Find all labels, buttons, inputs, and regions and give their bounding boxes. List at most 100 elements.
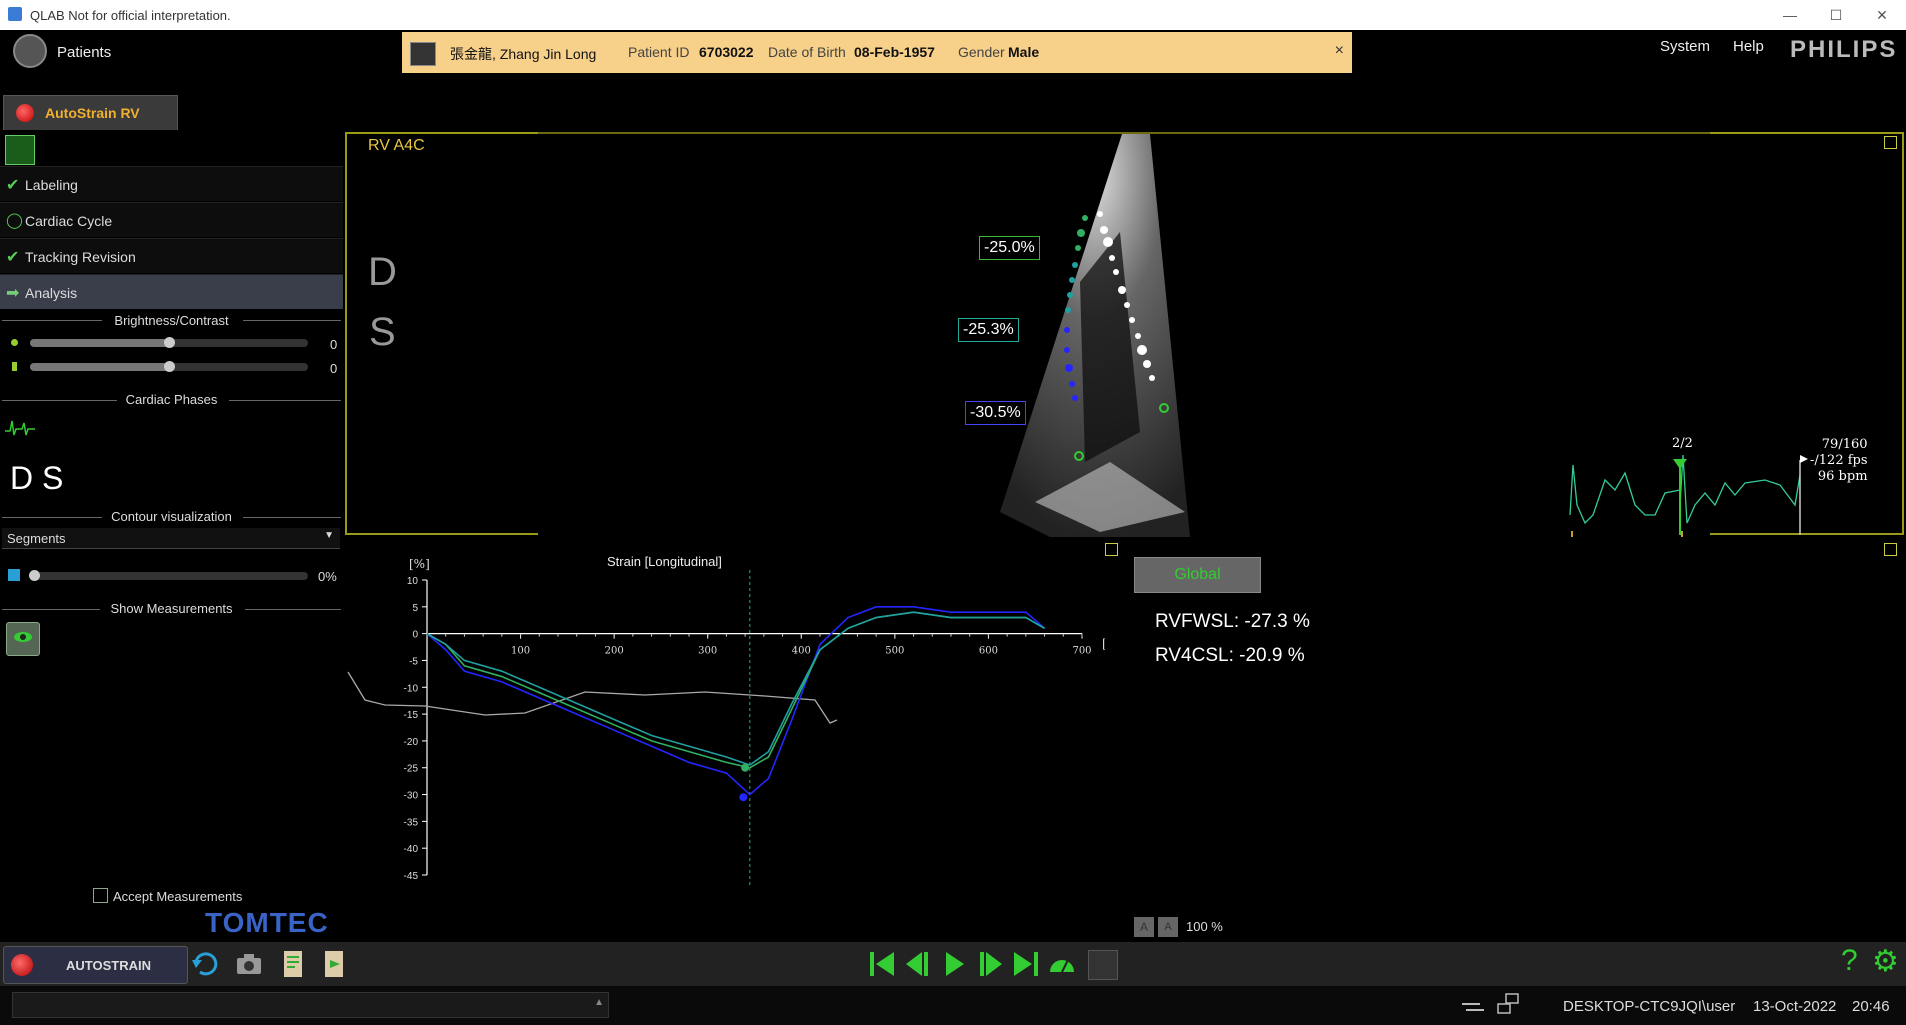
undo-icon[interactable] bbox=[190, 948, 222, 980]
contour-visualization-title: Contour visualization bbox=[111, 509, 232, 524]
workflow-list-icon[interactable] bbox=[5, 135, 35, 165]
patient-name: 張金龍, Zhang Jin Long bbox=[450, 46, 597, 62]
check-icon: ✔ bbox=[6, 177, 20, 194]
rvfwsl-measurement: RVFWSL: -27.3 % bbox=[1155, 611, 1310, 632]
contrast-slider-knob[interactable] bbox=[164, 361, 175, 372]
window-title-bar: QLAB Not for official interpretation. — … bbox=[0, 0, 1906, 30]
chevron-down-icon: ▼ bbox=[324, 530, 334, 541]
tab-autostrain-rv[interactable]: AutoStrain RV bbox=[3, 95, 178, 130]
x-tick-label: 700 bbox=[1072, 646, 1091, 657]
step-label: Cardiac Cycle bbox=[25, 213, 113, 229]
tomtec-logo: TOMTEC bbox=[205, 907, 329, 938]
menu-system[interactable]: System bbox=[1660, 38, 1710, 55]
strain-label-basal: -30.5% bbox=[965, 401, 1026, 425]
last-frame-icon[interactable] bbox=[1010, 948, 1042, 980]
frame-info: 79/160 bbox=[1821, 437, 1868, 452]
report-icon[interactable] bbox=[277, 948, 309, 980]
ecg-trace[interactable] bbox=[1565, 445, 1815, 537]
step-labeling[interactable]: ✔ Labeling bbox=[0, 166, 343, 201]
strain-label-mid: -25.3% bbox=[958, 318, 1019, 342]
accept-measurements-label: Accept Measurements bbox=[113, 889, 243, 904]
contour-select-value: Segments bbox=[7, 531, 66, 546]
systole-letter: S bbox=[369, 310, 396, 354]
step-label: Analysis bbox=[25, 285, 78, 301]
patients-button[interactable]: Patients bbox=[57, 44, 111, 61]
global-button[interactable]: Global bbox=[1134, 557, 1261, 593]
dob-value: 08-Feb-1957 bbox=[854, 44, 935, 60]
series-line-0 bbox=[426, 606, 1046, 796]
zoom-value: 100 % bbox=[1186, 919, 1223, 934]
brightness-slider-knob[interactable] bbox=[164, 337, 175, 348]
status-message-field[interactable]: ▲ bbox=[12, 992, 609, 1018]
gender-label: Gender bbox=[958, 44, 1005, 60]
contour-opacity-value: 0% bbox=[318, 569, 337, 584]
display-icon bbox=[1497, 993, 1519, 1014]
ecg-phase-icon[interactable] bbox=[5, 415, 39, 441]
frame-counter: 2/2 bbox=[1672, 436, 1693, 451]
tracking-points[interactable] bbox=[1040, 200, 1180, 470]
maximize-graph-icon[interactable] bbox=[1105, 543, 1118, 556]
x-tick-label: 300 bbox=[698, 646, 717, 657]
step-tracking-revision[interactable]: ✔ Tracking Revision bbox=[0, 238, 343, 273]
y-tick-label: -40 bbox=[404, 844, 419, 855]
patients-icon[interactable] bbox=[13, 34, 47, 68]
maximize-button[interactable]: ☐ bbox=[1816, 4, 1856, 26]
menu-help[interactable]: Help bbox=[1733, 38, 1764, 55]
status-time: 20:46 bbox=[1852, 998, 1890, 1015]
dob-label: Date of Birth bbox=[768, 44, 846, 60]
minimize-button[interactable]: — bbox=[1770, 4, 1810, 26]
chart-title: Strain [Longitudinal] bbox=[607, 554, 722, 569]
tab-label: AutoStrain RV bbox=[45, 105, 140, 121]
cardiac-phases-title: Cardiac Phases bbox=[125, 392, 218, 407]
x-tick-label: 100 bbox=[511, 646, 530, 657]
accept-measurements-checkbox[interactable] bbox=[93, 888, 108, 903]
x-tick-label: 500 bbox=[885, 646, 904, 657]
speed-gauge-icon[interactable] bbox=[1046, 948, 1078, 980]
view-title: RV A4C bbox=[368, 137, 425, 154]
help-icon[interactable]: ? bbox=[1841, 944, 1858, 978]
step-label: Tracking Revision bbox=[25, 249, 136, 265]
play-icon[interactable] bbox=[938, 948, 970, 980]
close-window-button[interactable]: ✕ bbox=[1862, 4, 1902, 26]
loop-toggle-button[interactable] bbox=[1088, 950, 1118, 980]
chevron-up-icon: ▲ bbox=[594, 997, 604, 1008]
contour-opacity-knob[interactable] bbox=[29, 570, 40, 581]
step-cardiac-cycle[interactable]: ◯ Cardiac Cycle bbox=[0, 202, 343, 237]
close-patient-icon[interactable]: × bbox=[1335, 42, 1344, 60]
show-measurements-title: Show Measurements bbox=[110, 601, 233, 616]
first-frame-icon[interactable] bbox=[866, 948, 898, 980]
y-tick-label: -15 bbox=[404, 710, 419, 721]
x-tick-label: 400 bbox=[792, 646, 811, 657]
export-icon[interactable] bbox=[318, 948, 350, 980]
x-axis-label: [ms] bbox=[1102, 637, 1105, 651]
previous-frame-icon[interactable] bbox=[902, 948, 934, 980]
y-tick-label: -30 bbox=[404, 791, 419, 802]
y-tick-label: -5 bbox=[409, 656, 418, 667]
autostrain-label: AUTOSTRAIN bbox=[66, 958, 151, 973]
zoom-small-a-button[interactable]: A bbox=[1158, 917, 1178, 937]
step-label: Labeling bbox=[25, 177, 78, 193]
series-line-2 bbox=[426, 611, 1045, 766]
patient-info-bar: 張金龍, Zhang Jin Long Patient ID 6703022 D… bbox=[402, 32, 1352, 73]
zoom-large-a-button[interactable]: A bbox=[1134, 917, 1154, 937]
step-analysis[interactable]: ➡ Analysis bbox=[0, 274, 343, 309]
x-tick-label: 200 bbox=[605, 646, 624, 657]
maximize-view-icon[interactable] bbox=[1884, 136, 1897, 149]
patient-id-value: 6703022 bbox=[699, 44, 754, 60]
eye-icon[interactable] bbox=[6, 622, 40, 656]
contour-opacity-slider[interactable] bbox=[30, 572, 308, 580]
arrow-right-icon: ➡ bbox=[6, 285, 20, 302]
bpm-info: 96 bpm bbox=[1817, 469, 1868, 484]
maximize-results-icon[interactable] bbox=[1884, 543, 1897, 556]
patient-id-label: Patient ID bbox=[628, 44, 690, 60]
status-user: DESKTOP-CTC9JQI\user bbox=[1563, 998, 1736, 1015]
next-frame-icon[interactable] bbox=[974, 948, 1006, 980]
brand-logo: PHILIPS bbox=[1790, 36, 1898, 63]
settings-gear-icon[interactable]: ⚙ bbox=[1872, 944, 1899, 979]
autostrain-button[interactable]: AUTOSTRAIN bbox=[3, 946, 188, 984]
camera-icon[interactable] bbox=[233, 948, 265, 980]
circle-icon: ◯ bbox=[6, 212, 23, 229]
app-icon bbox=[8, 7, 22, 21]
contour-select[interactable]: Segments ▼ bbox=[2, 528, 340, 549]
strain-chart[interactable]: 10 5 0 -5 -10 -15 -20 -25 -30 -35 -40 -45 100 200 300 4… bbox=[345, 540, 1105, 940]
